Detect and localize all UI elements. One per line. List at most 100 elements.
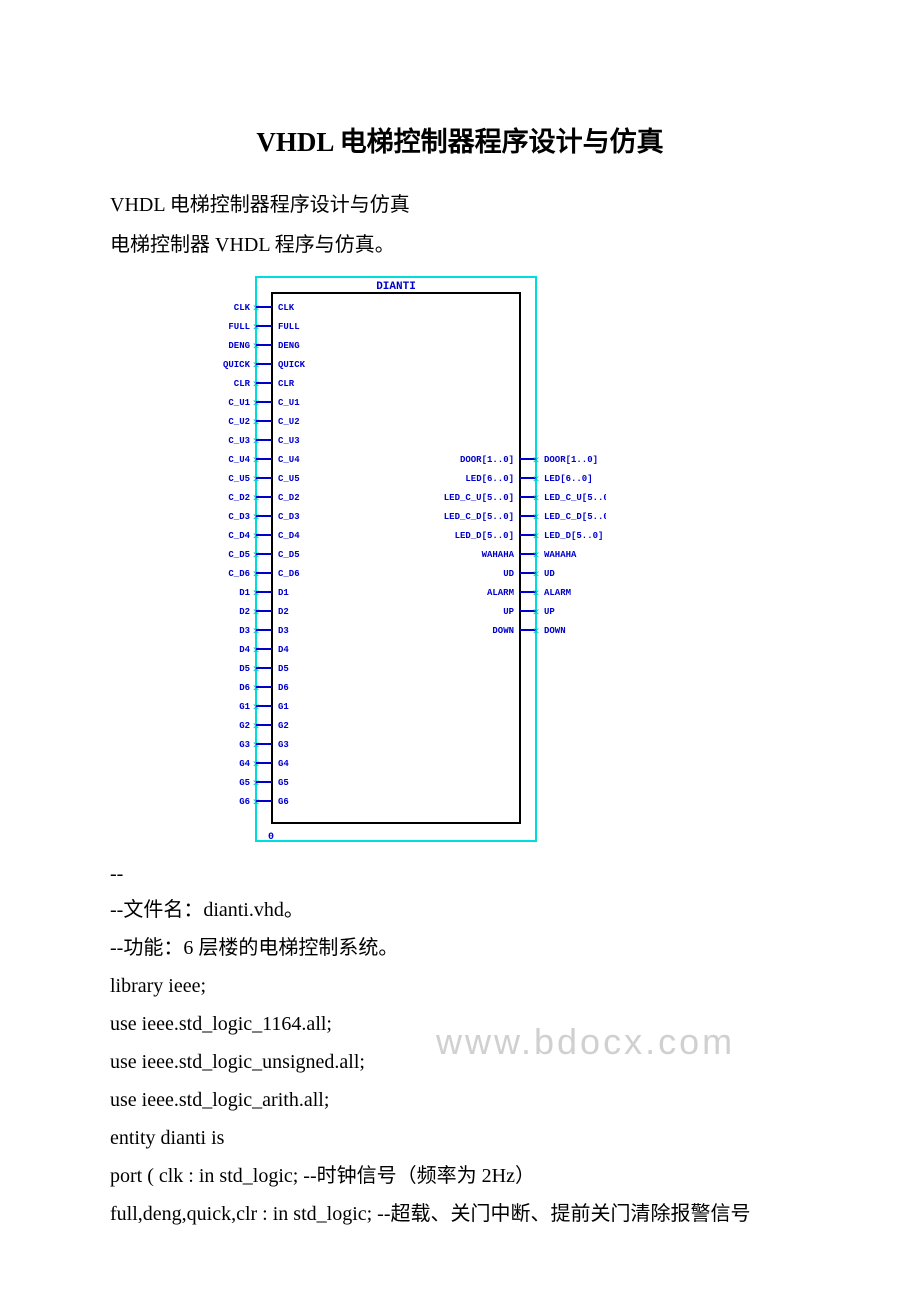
svg-text:✕: ✕ xyxy=(253,455,260,467)
svg-text:✕: ✕ xyxy=(253,322,260,334)
input-label-inner: QUICK xyxy=(278,360,306,370)
input-label-inner: D4 xyxy=(278,645,289,655)
diagram-svg: DIANTI CLK✕CLKFULL✕FULLDENG✕DENGQUICK✕QU… xyxy=(186,275,606,845)
input-label-outer: G3 xyxy=(239,740,250,750)
input-label-inner: D3 xyxy=(278,626,289,636)
input-label-outer: QUICK xyxy=(223,360,251,370)
input-label-outer: CLR xyxy=(234,379,251,389)
output-label-inner: LED[6..0] xyxy=(465,474,514,484)
output-label-outer: LED_C_U[5..0] xyxy=(544,493,606,503)
output-label-outer: DOOR[1..0] xyxy=(544,455,598,465)
input-label-outer: FULL xyxy=(228,322,250,332)
svg-text:✕: ✕ xyxy=(253,569,260,581)
input-label-inner: CLK xyxy=(278,303,295,313)
input-label-inner: C_D6 xyxy=(278,569,300,579)
code-line-3: library ieee; xyxy=(110,968,810,1004)
input-label-inner: C_U5 xyxy=(278,474,300,484)
input-label-inner: D2 xyxy=(278,607,289,617)
output-label-inner: LED_C_U[5..0] xyxy=(444,493,514,503)
code-line-5: use ieee.std_logic_unsigned.all; xyxy=(110,1044,810,1080)
svg-text:✕: ✕ xyxy=(533,455,540,467)
input-label-outer: CLK xyxy=(234,303,251,313)
diagram-title: DIANTI xyxy=(376,281,416,293)
block-diagram: www.bdocx.com DIANTI CLK✕CLKFULL✕FULLDEN… xyxy=(186,275,810,850)
input-label-outer: D3 xyxy=(239,626,250,636)
svg-text:✕: ✕ xyxy=(533,493,540,505)
input-label-outer: G2 xyxy=(239,721,250,731)
svg-text:✕: ✕ xyxy=(533,474,540,486)
input-label-inner: D5 xyxy=(278,664,289,674)
intro-line-2: 电梯控制器 VHDL 程序与仿真。 xyxy=(110,227,810,263)
input-label-outer: C_U3 xyxy=(228,436,250,446)
input-label-inner: C_D3 xyxy=(278,512,300,522)
dash-separator: -- xyxy=(110,856,810,892)
input-label-inner: G3 xyxy=(278,740,289,750)
svg-text:✕: ✕ xyxy=(253,379,260,391)
svg-text:✕: ✕ xyxy=(253,683,260,695)
output-label-outer: LED_D[5..0] xyxy=(544,531,603,541)
code-line-4: use ieee.std_logic_1164.all; xyxy=(110,1006,810,1042)
svg-text:✕: ✕ xyxy=(253,626,260,638)
output-label-outer: LED[6..0] xyxy=(544,474,593,484)
svg-text:✕: ✕ xyxy=(253,645,260,657)
svg-text:✕: ✕ xyxy=(533,588,540,600)
input-label-inner: C_D4 xyxy=(278,531,300,541)
svg-text:✕: ✕ xyxy=(253,474,260,486)
input-label-outer: D5 xyxy=(239,664,250,674)
intro-line-1: VHDL 电梯控制器程序设计与仿真 xyxy=(110,187,810,223)
svg-text:✕: ✕ xyxy=(253,493,260,505)
input-label-outer: G6 xyxy=(239,797,250,807)
input-label-inner: C_U3 xyxy=(278,436,300,446)
input-label-inner: C_U4 xyxy=(278,455,300,465)
svg-text:✕: ✕ xyxy=(253,550,260,562)
output-label-outer: UD xyxy=(544,569,555,579)
page-title: VHDL 电梯控制器程序设计与仿真 xyxy=(110,120,810,159)
input-label-inner: C_U1 xyxy=(278,398,300,408)
svg-text:✕: ✕ xyxy=(253,398,260,410)
svg-text:✕: ✕ xyxy=(253,702,260,714)
svg-text:✕: ✕ xyxy=(533,550,540,562)
input-label-inner: G5 xyxy=(278,778,289,788)
svg-text:✕: ✕ xyxy=(253,303,260,315)
svg-text:✕: ✕ xyxy=(533,512,540,524)
input-label-inner: FULL xyxy=(278,322,300,332)
input-label-outer: DENG xyxy=(228,341,250,351)
svg-text:✕: ✕ xyxy=(533,569,540,581)
svg-text:✕: ✕ xyxy=(253,436,260,448)
code-line-1: --文件名：dianti.vhd。 xyxy=(110,892,810,928)
svg-text:✕: ✕ xyxy=(253,778,260,790)
input-label-outer: C_D4 xyxy=(228,531,250,541)
svg-text:✕: ✕ xyxy=(253,588,260,600)
input-label-outer: D4 xyxy=(239,645,250,655)
svg-text:✕: ✕ xyxy=(253,341,260,353)
output-label-inner: UD xyxy=(503,569,514,579)
svg-text:✕: ✕ xyxy=(253,721,260,733)
input-label-outer: C_U1 xyxy=(228,398,250,408)
input-label-outer: C_D5 xyxy=(228,550,250,560)
input-label-outer: C_U2 xyxy=(228,417,250,427)
output-label-outer: DOWN xyxy=(544,626,566,636)
output-label-outer: UP xyxy=(544,607,555,617)
input-label-outer: C_U4 xyxy=(228,455,250,465)
input-label-outer: G4 xyxy=(239,759,250,769)
output-label-inner: ALARM xyxy=(487,588,514,598)
input-label-inner: D6 xyxy=(278,683,289,693)
svg-text:✕: ✕ xyxy=(533,531,540,543)
input-label-inner: G2 xyxy=(278,721,289,731)
svg-text:✕: ✕ xyxy=(533,607,540,619)
svg-text:✕: ✕ xyxy=(253,797,260,809)
code-line-6: use ieee.std_logic_arith.all; xyxy=(110,1082,810,1118)
svg-text:✕: ✕ xyxy=(253,664,260,676)
output-label-outer: LED_C_D[5..0] xyxy=(544,512,606,522)
input-label-outer: D6 xyxy=(239,683,250,693)
code-line-8: port ( clk : in std_logic; --时钟信号（频率为 2H… xyxy=(110,1158,810,1194)
input-label-inner: DENG xyxy=(278,341,300,351)
code-line-9: full,deng,quick,clr : in std_logic; --超载… xyxy=(110,1196,810,1232)
input-label-inner: C_U2 xyxy=(278,417,300,427)
output-label-inner: LED_C_D[5..0] xyxy=(444,512,514,522)
inputs-group: CLK✕CLKFULL✕FULLDENG✕DENGQUICK✕QUICKCLR✕… xyxy=(223,303,306,809)
input-label-inner: G1 xyxy=(278,702,289,712)
input-label-inner: C_D5 xyxy=(278,550,300,560)
output-label-outer: WAHAHA xyxy=(544,550,577,560)
output-label-inner: UP xyxy=(503,607,514,617)
